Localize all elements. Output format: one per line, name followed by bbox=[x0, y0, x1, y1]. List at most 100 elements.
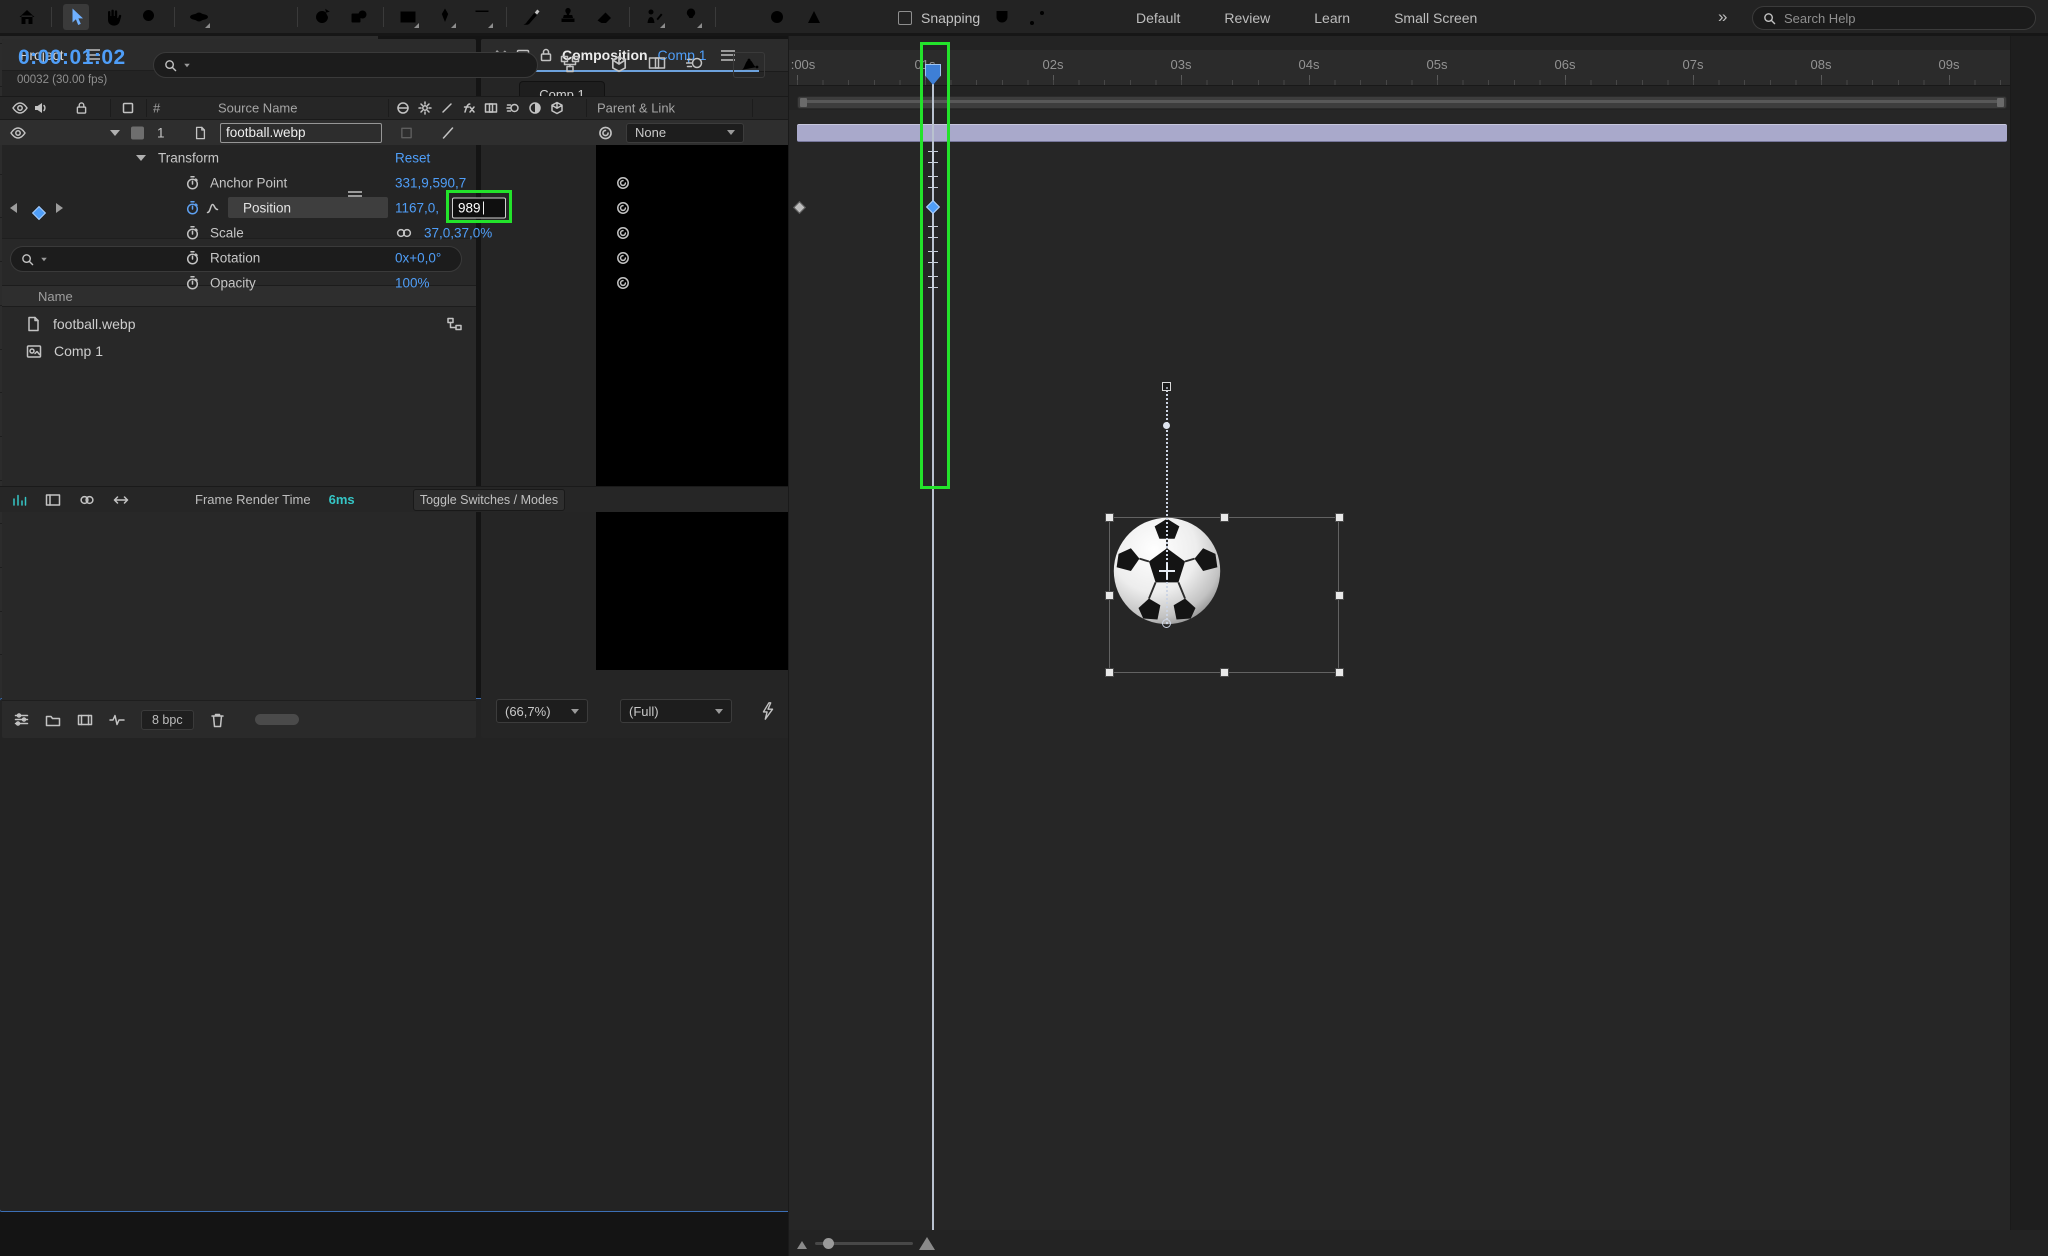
draft-3d-icon[interactable] bbox=[610, 55, 628, 73]
timeline-search-input[interactable] bbox=[153, 52, 538, 78]
property-label[interactable]: Scale bbox=[210, 225, 244, 240]
property-label[interactable]: Opacity bbox=[210, 275, 256, 290]
comp-mini-flowchart-icon[interactable] bbox=[560, 55, 580, 73]
index-column-header[interactable]: # bbox=[153, 101, 160, 116]
selection-handle[interactable] bbox=[1220, 513, 1229, 522]
stopwatch-icon[interactable] bbox=[186, 225, 199, 240]
current-time-display[interactable]: 0:00:01:02 bbox=[18, 46, 126, 70]
snap-anchor-icon[interactable] bbox=[1024, 5, 1050, 31]
dolly-camera-tool-icon[interactable] bbox=[260, 4, 286, 30]
property-value[interactable]: 37,0,37,0% bbox=[424, 225, 492, 240]
puppet-pin-tool-icon[interactable] bbox=[678, 4, 704, 30]
zoom-slider-thumb[interactable] bbox=[823, 1238, 834, 1249]
work-area-end-handle[interactable] bbox=[1997, 98, 2004, 107]
pen-tool-icon[interactable] bbox=[432, 4, 458, 30]
selection-handle[interactable] bbox=[1335, 591, 1344, 600]
quality-switch-icon[interactable] bbox=[441, 126, 455, 140]
zoom-tool-icon[interactable] bbox=[137, 4, 163, 30]
source-name-column-header[interactable]: Source Name bbox=[218, 101, 297, 116]
stopwatch-icon[interactable] bbox=[186, 175, 199, 190]
property-row-scale[interactable]: Scale 37,0,37,0% bbox=[0, 220, 788, 245]
selection-handle[interactable] bbox=[1105, 513, 1114, 522]
property-label[interactable]: Rotation bbox=[210, 250, 260, 265]
property-pick-whip-icon[interactable] bbox=[616, 176, 630, 190]
shape-tool-icon[interactable] bbox=[395, 4, 421, 30]
workspace-learn[interactable]: Learn bbox=[1314, 10, 1350, 26]
selection-handle[interactable] bbox=[1335, 668, 1344, 677]
motion-blur-icon[interactable] bbox=[686, 55, 704, 71]
home-icon[interactable] bbox=[14, 4, 40, 30]
property-value[interactable]: 0x+0,0° bbox=[395, 250, 441, 265]
selection-handle[interactable] bbox=[1220, 668, 1229, 677]
layer-name-field[interactable]: football.webp bbox=[220, 123, 382, 143]
transfer-controls-pane-icon[interactable] bbox=[79, 493, 95, 507]
track-background[interactable] bbox=[789, 110, 2048, 1230]
parent-link-dropdown[interactable]: None bbox=[626, 123, 744, 143]
position-y-edit-field[interactable]: 989 bbox=[452, 197, 506, 218]
parent-link-column-header[interactable]: Parent & Link bbox=[597, 101, 675, 116]
horizontal-scrollbar-thumb[interactable] bbox=[255, 714, 299, 725]
parent-pick-whip-icon[interactable] bbox=[598, 125, 613, 140]
layer-visibility-icon[interactable] bbox=[10, 127, 26, 139]
stopwatch-icon-active[interactable] bbox=[186, 200, 199, 215]
previous-keyframe-icon[interactable] bbox=[10, 203, 17, 213]
project-item-comp1[interactable]: Comp 1 bbox=[2, 338, 476, 364]
magnification-dropdown[interactable]: (66,7%) bbox=[496, 699, 588, 723]
selection-handle[interactable] bbox=[1105, 668, 1114, 677]
view-axis-mode-icon[interactable] bbox=[801, 4, 827, 30]
trash-icon[interactable] bbox=[210, 712, 225, 728]
collapse-switch-icon[interactable] bbox=[400, 126, 413, 139]
audio-waveform-icon[interactable] bbox=[109, 713, 125, 727]
property-pick-whip-icon[interactable] bbox=[616, 226, 630, 240]
local-axis-mode-icon[interactable] bbox=[727, 4, 753, 30]
new-folder-icon[interactable] bbox=[45, 713, 61, 727]
workspace-default[interactable]: Default bbox=[1136, 10, 1180, 26]
workspace-overflow-button[interactable]: » bbox=[1718, 7, 1727, 27]
layer-anchor-point[interactable] bbox=[1159, 563, 1175, 579]
property-pick-whip-icon[interactable] bbox=[616, 276, 630, 290]
profiler-icon[interactable] bbox=[12, 493, 27, 507]
workspace-review[interactable]: Review bbox=[1224, 10, 1270, 26]
zoom-out-mountain-icon[interactable] bbox=[797, 1241, 807, 1249]
lock-icon[interactable] bbox=[540, 48, 552, 62]
inout-panes-icon[interactable] bbox=[113, 493, 129, 507]
property-row-rotation[interactable]: Rotation 0x+0,0° bbox=[0, 245, 788, 270]
next-keyframe-icon[interactable] bbox=[56, 203, 63, 213]
property-row-position[interactable]: Position 1167,0, 989 bbox=[0, 195, 788, 220]
selection-tool-icon[interactable] bbox=[63, 4, 89, 30]
keyframe-at-time-icon[interactable] bbox=[32, 205, 46, 219]
property-label[interactable]: Position bbox=[243, 200, 291, 215]
brush-tool-icon[interactable] bbox=[518, 4, 544, 30]
zoom-in-mountain-icon[interactable] bbox=[919, 1237, 935, 1250]
graph-editor-icon[interactable] bbox=[733, 52, 765, 78]
layer-switches-pane-icon[interactable] bbox=[45, 493, 61, 507]
reset-link[interactable]: Reset bbox=[395, 150, 430, 165]
world-axis-mode-icon[interactable] bbox=[764, 4, 790, 30]
toggle-switches-modes-button[interactable]: Toggle Switches / Modes bbox=[413, 489, 565, 511]
eraser-tool-icon[interactable] bbox=[592, 4, 618, 30]
property-row-anchor-point[interactable]: Anchor Point 331,9,590,7 bbox=[0, 170, 788, 195]
snapping-checkbox[interactable] bbox=[898, 11, 912, 25]
layer-expand-caret[interactable] bbox=[110, 130, 120, 136]
new-composition-icon[interactable] bbox=[77, 713, 93, 727]
orbit-camera-tool-icon[interactable] bbox=[186, 4, 212, 30]
property-row-opacity[interactable]: Opacity 100% bbox=[0, 270, 788, 295]
project-item-football[interactable]: football.webp bbox=[2, 311, 476, 337]
motion-path-end-point[interactable] bbox=[1162, 619, 1171, 628]
selection-handle[interactable] bbox=[1105, 591, 1114, 600]
constrain-proportions-icon[interactable] bbox=[396, 228, 412, 238]
fast-previews-icon[interactable] bbox=[758, 701, 778, 721]
layer-duration-bar[interactable] bbox=[797, 124, 2007, 142]
type-tool-icon[interactable] bbox=[469, 4, 495, 30]
layer-row[interactable]: 1 football.webp None bbox=[0, 120, 788, 145]
property-value[interactable]: 331,9,590,7 bbox=[395, 175, 466, 190]
property-value[interactable]: 1167,0, bbox=[395, 200, 439, 215]
stopwatch-icon[interactable] bbox=[186, 275, 199, 290]
help-search-input[interactable]: Search Help bbox=[1752, 6, 2036, 30]
time-ruler[interactable]: :00s 01s 02s 03s 04s 05s 06s 07s 08s 09s bbox=[789, 50, 2048, 86]
expression-graph-icon[interactable] bbox=[206, 202, 219, 214]
property-pick-whip-icon[interactable] bbox=[616, 201, 630, 215]
pan-behind-tool-icon[interactable] bbox=[346, 4, 372, 30]
hand-tool-icon[interactable] bbox=[100, 4, 126, 30]
clone-stamp-tool-icon[interactable] bbox=[555, 4, 581, 30]
